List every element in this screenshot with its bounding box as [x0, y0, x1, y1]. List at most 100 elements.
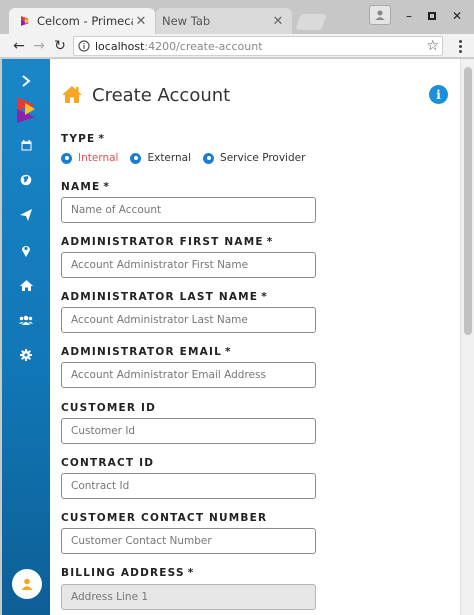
minimize-button[interactable]: – [398, 6, 420, 26]
back-button[interactable]: ← [9, 35, 29, 57]
admin-first-name-input[interactable] [61, 252, 316, 278]
menu-dot [458, 49, 462, 53]
required-mark: * [261, 291, 268, 303]
radio-checked-icon [203, 152, 215, 164]
radio-label: Service Provider [220, 152, 306, 164]
bookmark-star-icon[interactable]: ☆ [426, 38, 439, 54]
tab-title: New Tab [162, 14, 211, 28]
browser-tab-bar: Celcom - Primecast ✕ New Tab ✕ – ✕ [0, 0, 474, 34]
browser-menu-button[interactable] [452, 36, 468, 56]
radio-label: External [147, 152, 192, 164]
customer-id-label: CUSTOMER ID [61, 402, 156, 414]
account-type-radio-group: Internal External Service Provider [61, 152, 317, 164]
account-name-input[interactable] [61, 197, 316, 223]
tab-celcom-primecast[interactable]: Celcom - Primecast ✕ [9, 8, 155, 34]
profile-icon [375, 10, 385, 20]
admin-email-input[interactable] [61, 362, 316, 388]
required-mark: * [103, 181, 111, 193]
sidebar-item-location[interactable] [2, 238, 50, 262]
admin-email-label: ADMINISTRATOR EMAIL * [61, 346, 232, 358]
reload-icon: ↻ [54, 38, 66, 54]
info-circle-icon [78, 40, 90, 52]
browser-toolbar: ← → ↻ localhost:4200/create-account ☆ [0, 34, 474, 58]
user-icon [21, 578, 33, 590]
arrow-left-icon: ← [13, 38, 25, 54]
admin-email-label-text: ADMINISTRATOR EMAIL [61, 346, 222, 358]
sidebar-item-globe[interactable] [2, 168, 50, 192]
minimize-icon: – [406, 9, 412, 23]
required-mark: * [98, 133, 106, 145]
info-button[interactable]: i [429, 85, 448, 104]
sidebar [2, 59, 50, 615]
admin-first-name-label-text: ADMINISTRATOR FIRST NAME [61, 236, 264, 248]
brand-logo [2, 94, 50, 126]
forward-button[interactable]: → [29, 35, 49, 57]
sidebar-item-calendar[interactable] [2, 133, 50, 157]
required-mark: * [225, 346, 232, 358]
gear-icon [20, 349, 32, 361]
map-pin-icon [22, 245, 30, 257]
sidebar-expand-button[interactable] [2, 69, 50, 93]
profile-button[interactable] [369, 5, 391, 25]
radio-label: Internal [78, 152, 119, 164]
sidebar-item-home[interactable] [2, 273, 50, 297]
tab-title: Celcom - Primecast [37, 14, 133, 28]
users-icon [19, 315, 33, 325]
contract-id-label-text: CONTRACT ID [61, 457, 155, 469]
close-icon: ✕ [451, 9, 463, 23]
new-tab-button[interactable] [295, 14, 327, 30]
admin-last-name-input[interactable] [61, 307, 316, 333]
maximize-button[interactable] [421, 6, 443, 26]
chevron-right-icon [22, 75, 31, 87]
page-title: Create Account [92, 85, 231, 106]
brand-logo-icon [17, 97, 35, 123]
radio-internal[interactable]: Internal [61, 152, 118, 164]
page-scrollbar[interactable] [460, 59, 474, 615]
url-host: localhost [95, 39, 145, 53]
billing-address-label-text: BILLING ADDRESS [61, 567, 185, 579]
celcom-favicon-icon [21, 16, 29, 26]
radio-service-provider[interactable]: Service Provider [203, 152, 305, 164]
address-bar[interactable]: localhost:4200/create-account ☆ [73, 36, 443, 56]
paper-plane-icon [20, 209, 32, 221]
type-label: TYPE * [61, 133, 105, 145]
close-window-button[interactable]: ✕ [446, 6, 468, 26]
home-icon [19, 279, 33, 291]
admin-last-name-label-text: ADMINISTRATOR LAST NAME [61, 291, 259, 303]
info-icon: i [436, 87, 441, 102]
scrollbar-thumb[interactable] [464, 67, 472, 335]
tab-new-tab[interactable]: New Tab ✕ [156, 8, 292, 34]
name-label-text: NAME [61, 181, 101, 193]
customer-id-label-text: CUSTOMER ID [61, 402, 157, 414]
user-avatar-button[interactable] [12, 569, 42, 599]
main-content: Create Account i TYPE * Internal External… [50, 59, 460, 615]
menu-dot [458, 44, 462, 48]
radio-checked-icon [130, 152, 142, 164]
reload-button[interactable]: ↻ [50, 35, 70, 57]
tab-close-icon[interactable]: ✕ [270, 14, 286, 29]
contract-id-input[interactable] [61, 473, 316, 499]
contact-number-label: CUSTOMER CONTACT NUMBER [61, 512, 267, 524]
name-label: NAME * [61, 181, 110, 193]
calendar-icon [21, 139, 31, 150]
contract-id-label: CONTRACT ID [61, 457, 154, 469]
required-mark: * [187, 567, 195, 579]
radio-external[interactable]: External [130, 152, 191, 164]
billing-address-label: BILLING ADDRESS * [61, 567, 194, 579]
maximize-icon [428, 12, 436, 20]
contact-number-label-text: CUSTOMER CONTACT NUMBER [61, 512, 268, 524]
sidebar-item-send[interactable] [2, 203, 50, 227]
sidebar-item-users[interactable] [2, 308, 50, 332]
globe-icon [20, 174, 32, 186]
menu-dot [458, 39, 462, 43]
billing-address-line1-input[interactable] [61, 584, 316, 610]
customer-id-input[interactable] [61, 418, 316, 444]
admin-last-name-label: ADMINISTRATOR LAST NAME * [61, 291, 268, 303]
tab-close-icon[interactable]: ✕ [133, 14, 149, 29]
contact-number-input[interactable] [61, 528, 316, 554]
sidebar-item-settings[interactable] [2, 343, 50, 367]
arrow-right-icon: → [33, 38, 45, 54]
home-icon [62, 86, 82, 103]
radio-checked-icon [61, 152, 72, 164]
type-label-text: TYPE [61, 133, 96, 145]
